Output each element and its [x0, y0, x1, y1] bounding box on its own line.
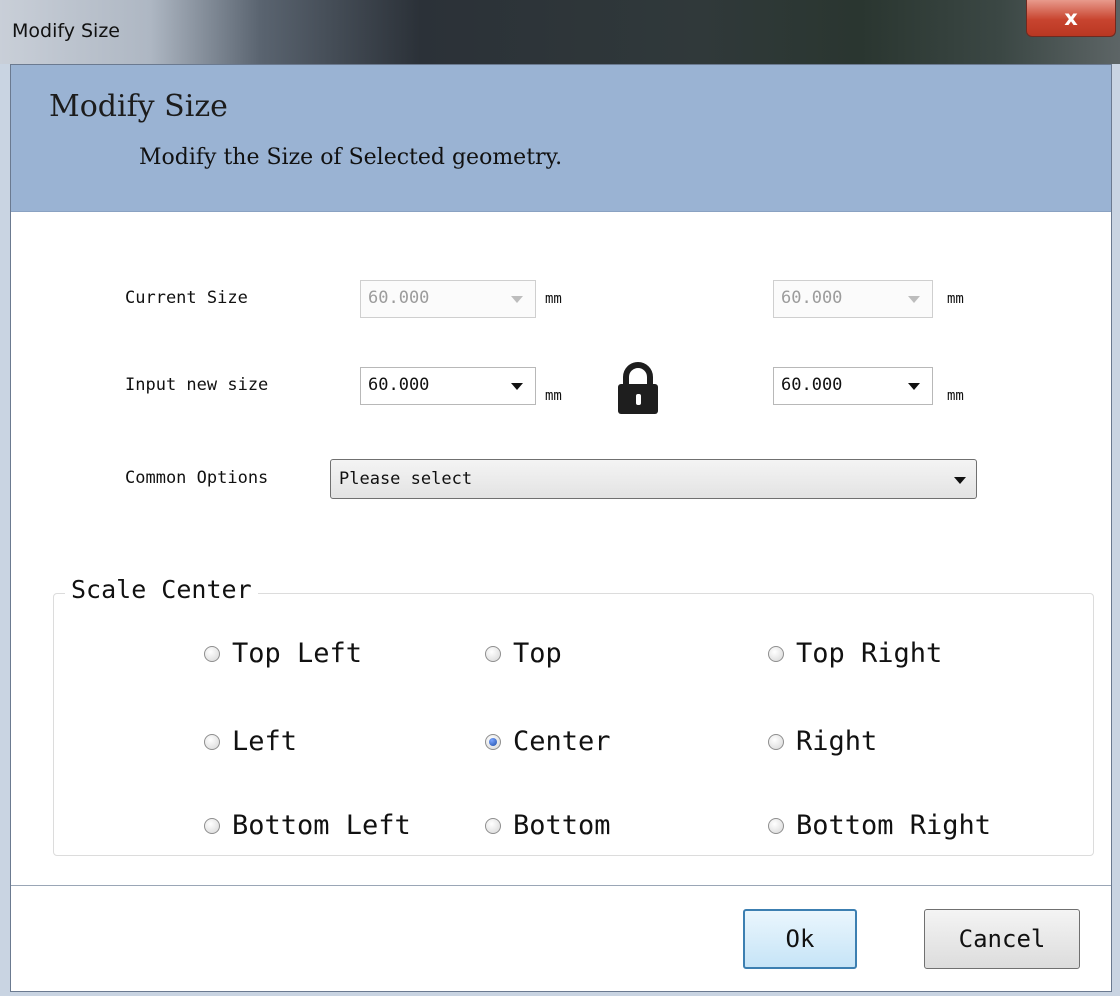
window-title: Modify Size — [12, 20, 120, 42]
common-options-select[interactable]: Please select — [330, 459, 977, 499]
radio-label: Top Left — [232, 638, 363, 669]
banner-title: Modify Size — [49, 89, 228, 124]
scale-center-title: Scale Center — [65, 575, 258, 604]
radio-label: Bottom Right — [796, 810, 992, 841]
close-icon: x — [1064, 6, 1078, 30]
ok-button[interactable]: Ok — [743, 909, 857, 969]
radio-label: Left — [232, 726, 298, 757]
unit-label: mm — [545, 388, 562, 404]
radio-label: Top — [513, 638, 562, 669]
radio-button-icon[interactable] — [768, 817, 784, 834]
chevron-down-icon[interactable] — [511, 383, 523, 390]
cancel-button[interactable]: Cancel — [924, 909, 1080, 969]
radio-top-left[interactable]: Top Left — [204, 638, 362, 669]
chevron-down-icon[interactable] — [954, 477, 966, 484]
radio-left[interactable]: Left — [204, 726, 297, 757]
radio-button-icon[interactable] — [768, 733, 784, 750]
radio-bottom-right[interactable]: Bottom Right — [768, 810, 991, 841]
current-height-value: 60.000 — [781, 288, 843, 308]
unit-label: mm — [545, 291, 562, 307]
radio-button-icon[interactable] — [204, 645, 220, 662]
radio-top-right[interactable]: Top Right — [768, 638, 942, 669]
banner-subtitle: Modify the Size of Selected geometry. — [139, 145, 563, 170]
new-width-combo[interactable]: 60.000 — [360, 367, 536, 405]
radio-button-icon[interactable] — [485, 733, 501, 750]
radio-bottom-left[interactable]: Bottom Left — [204, 810, 411, 841]
radio-label: Bottom — [513, 810, 611, 841]
chevron-down-icon[interactable] — [908, 383, 920, 390]
close-button[interactable]: x — [1026, 0, 1116, 37]
title-bar[interactable]: Modify Size x — [0, 0, 1120, 64]
common-options-label: Common Options — [125, 468, 269, 488]
radio-top[interactable]: Top — [485, 638, 562, 669]
current-size-label: Current Size — [125, 288, 248, 308]
unit-label: mm — [947, 388, 964, 404]
current-height-combo: 60.000 — [773, 280, 933, 318]
footer-divider — [11, 885, 1111, 886]
radio-button-icon[interactable] — [204, 733, 220, 750]
radio-right[interactable]: Right — [768, 726, 877, 757]
radio-center[interactable]: Center — [485, 726, 611, 757]
header-banner: Modify Size Modify the Size of Selected … — [11, 65, 1111, 212]
radio-label: Top Right — [796, 638, 943, 669]
dialog-body: Modify Size Modify the Size of Selected … — [10, 64, 1112, 992]
common-options-value: Please select — [339, 469, 473, 489]
radio-label: Bottom Left — [232, 810, 411, 841]
radio-label: Right — [796, 726, 878, 757]
current-width-value: 60.000 — [368, 288, 430, 308]
chevron-down-icon — [908, 296, 920, 303]
modify-size-window: Modify Size x Modify Size Modify the Siz… — [0, 0, 1120, 996]
new-width-value: 60.000 — [368, 375, 430, 395]
radio-button-icon[interactable] — [485, 817, 501, 834]
new-height-value: 60.000 — [781, 375, 843, 395]
radio-bottom[interactable]: Bottom — [485, 810, 611, 841]
chevron-down-icon — [511, 296, 523, 303]
radio-label: Center — [513, 726, 611, 757]
radio-button-icon[interactable] — [768, 645, 784, 662]
input-new-size-label: Input new size — [125, 375, 269, 395]
unit-label: mm — [947, 291, 964, 307]
lock-icon[interactable] — [616, 361, 660, 415]
radio-button-icon[interactable] — [485, 645, 501, 662]
current-width-combo: 60.000 — [360, 280, 536, 318]
new-height-combo[interactable]: 60.000 — [773, 367, 933, 405]
radio-button-icon[interactable] — [204, 817, 220, 834]
